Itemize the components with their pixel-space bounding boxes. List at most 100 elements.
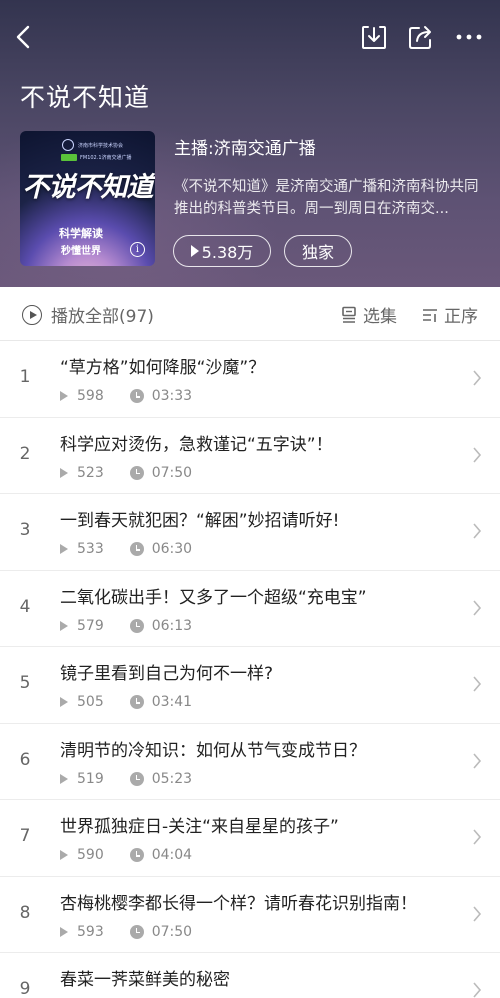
top-bar	[0, 0, 500, 70]
episode-meta: 505 03:41	[60, 694, 192, 710]
play-count-badge: 5.38万	[173, 235, 271, 267]
episode-duration: 07:50	[151, 464, 193, 481]
episode-plays: 593	[77, 923, 104, 940]
share-icon	[409, 26, 431, 49]
episode-plays: 523	[77, 464, 104, 481]
episode-plays: 505	[77, 694, 104, 710]
play-triangle-icon	[190, 245, 199, 257]
chevron-right-icon	[473, 599, 482, 616]
chevron-right-icon	[473, 829, 482, 845]
episode-index: 9	[19, 979, 31, 998]
episode-row[interactable]: 3 一到春天就犯困？“解困”妙招请听好! 533 06:30	[0, 494, 500, 571]
share-button[interactable]	[404, 20, 438, 54]
cover-line-2: 秒懂世界	[61, 246, 101, 257]
play-all-button[interactable]: 播放全部(97)	[22, 302, 154, 327]
episode-index: 5	[19, 673, 31, 693]
clock-icon	[129, 618, 144, 633]
episode-meta: 533 06:30	[60, 541, 192, 557]
episode-index: 7	[19, 826, 31, 846]
play-all-label: 播放全部(97)	[51, 307, 154, 327]
chevron-right-icon	[473, 523, 482, 539]
host-label[interactable]: 主播:济南交通广播	[174, 134, 316, 159]
cover-org-text: 济南市科学技术协会	[78, 142, 124, 149]
album-header: 不说不知道 济南市科学技术协会 FM102.1济南交通广播 不说不知道 科学解读…	[0, 0, 500, 287]
episode-row[interactable]: 7 世界孤独症日-关注“来自星星的孩子” 590 04:04	[0, 800, 500, 877]
cover-sub-org-text: FM102.1济南交通广播	[80, 155, 132, 161]
chevron-left-icon	[16, 25, 30, 49]
episode-duration: 06:30	[151, 541, 193, 557]
episode-row[interactable]: 4 二氧化碳出手！又多了一个超级“充电宝” 579 06:13	[0, 571, 500, 647]
play-count: 5.38万	[201, 243, 254, 262]
station-tag-icon	[61, 154, 77, 161]
episode-plays: 533	[77, 541, 104, 557]
play-circle-icon	[22, 304, 42, 325]
cover-line-1: 科学解读	[59, 227, 103, 240]
chevron-right-icon	[473, 905, 482, 922]
episode-duration: 05:23	[151, 770, 193, 787]
download-icon	[362, 26, 386, 49]
episode-index: 4	[19, 596, 31, 617]
info-icon[interactable]: i	[130, 242, 145, 257]
chevron-right-icon	[473, 370, 482, 386]
episode-meta: 590 04:04	[60, 847, 192, 863]
album-title: 不说不知道	[20, 83, 151, 112]
episode-index: 8	[19, 902, 31, 923]
episode-duration: 04:04	[151, 847, 193, 863]
episode-row[interactable]: 6 清明节的冷知识：如何从节气变成节日？ 519 05:23	[0, 724, 500, 800]
more-button[interactable]	[452, 20, 486, 54]
episode-row[interactable]: 5 镜子里看到自己为何不一样? 505 03:41	[0, 647, 500, 724]
episode-duration: 03:41	[151, 694, 193, 710]
episode-index: 3	[19, 520, 31, 540]
clock-icon	[129, 542, 144, 556]
album-cover[interactable]: 济南市科学技术协会 FM102.1济南交通广播 不说不知道 科学解读 秒懂世界 …	[20, 131, 155, 266]
episode-plays: 590	[77, 847, 104, 863]
play-count-icon	[60, 850, 68, 860]
play-count-icon	[60, 391, 68, 401]
sort-order-button[interactable]: 正序	[422, 302, 478, 327]
episode-meta: 523 07:50	[60, 465, 192, 481]
episode-index: 1	[19, 367, 31, 387]
episode-row[interactable]: 9 春菜一荠菜鲜美的秘密	[0, 953, 500, 998]
org-emblem-icon	[62, 139, 74, 151]
list-controls: 播放全部(97) 选集 正序	[0, 287, 500, 341]
clock-icon	[129, 695, 144, 709]
episode-title: 杏梅桃樱李都长得一个样？请听春花识别指南！	[60, 893, 417, 914]
episode-title: 镜子里看到自己为何不一样?	[60, 664, 274, 684]
more-icon	[456, 34, 482, 40]
album-description[interactable]: 《不说不知道》是济南交通广播和济南科协共同推出的科普类节目。周一到周日在济南交.…	[174, 176, 484, 220]
episode-title: 二氧化碳出手！又多了一个超级“充电宝”	[60, 587, 367, 608]
play-count-icon	[60, 697, 68, 707]
clock-icon	[129, 848, 144, 862]
clock-icon	[129, 389, 144, 403]
play-count-icon	[60, 544, 68, 554]
episode-index: 6	[19, 749, 31, 770]
episode-plays: 519	[77, 770, 104, 787]
episode-list: 1 “草方格”如何降服“沙魔”？ 598 03:33 2 科学应对烫伤，急救谨记…	[0, 341, 500, 998]
clock-icon	[129, 924, 144, 939]
sort-order-label: 正序	[444, 307, 478, 327]
episode-row[interactable]: 2 科学应对烫伤，急救谨记“五字诀”！ 523 07:50	[0, 418, 500, 494]
download-button[interactable]	[357, 20, 391, 54]
episode-title: 世界孤独症日-关注“来自星星的孩子”	[60, 817, 339, 837]
exclusive-badge: 独家	[284, 235, 352, 267]
back-button[interactable]	[6, 20, 40, 54]
episode-title: 科学应对烫伤，急救谨记“五字诀”！	[60, 434, 333, 455]
episode-duration: 03:33	[151, 388, 193, 404]
episode-row[interactable]: 8 杏梅桃樱李都长得一个样？请听春花识别指南！ 593 07:50	[0, 877, 500, 953]
clock-icon	[129, 771, 144, 786]
episode-title: 一到春天就犯困？“解困”妙招请听好!	[60, 511, 340, 531]
play-count-icon	[60, 773, 68, 784]
episode-duration: 06:13	[151, 617, 193, 634]
select-episodes-label: 选集	[363, 307, 397, 327]
clock-icon	[129, 465, 144, 480]
cover-org-logo: 济南市科学技术协会	[62, 139, 123, 151]
episode-row[interactable]: 1 “草方格”如何降服“沙魔”？ 598 03:33	[0, 341, 500, 418]
chevron-right-icon	[473, 676, 482, 692]
select-episodes-button[interactable]: 选集	[341, 302, 397, 327]
episode-duration: 07:50	[151, 923, 193, 940]
episode-title: 春菜一荠菜鲜美的秘密	[60, 970, 230, 990]
episode-index: 2	[19, 443, 31, 464]
episode-plays: 579	[77, 617, 104, 634]
play-count-icon	[60, 620, 68, 631]
episode-meta: 593 07:50	[60, 924, 192, 940]
